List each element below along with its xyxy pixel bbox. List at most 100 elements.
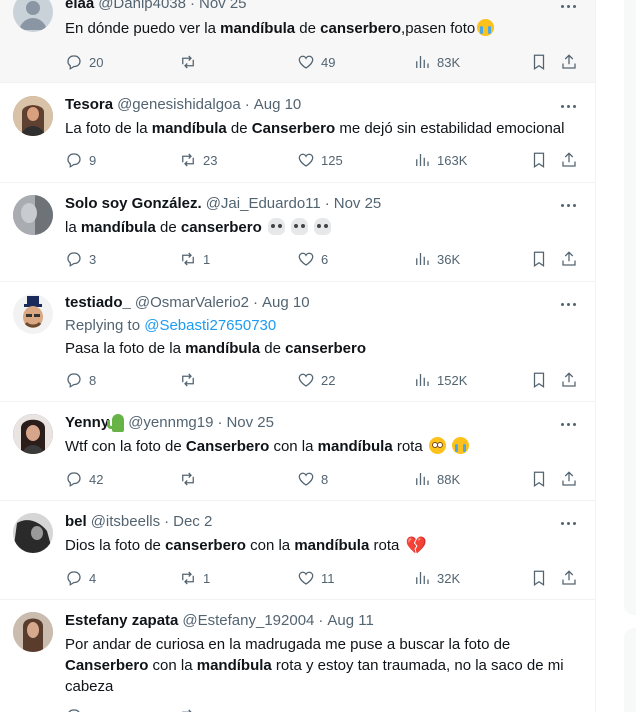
- retweet-button[interactable]: 1: [179, 568, 210, 588]
- reply-icon: [67, 153, 81, 168]
- like-count: 8: [321, 471, 329, 487]
- bookmark-button[interactable]: [530, 249, 548, 269]
- bookmark-button[interactable]: [530, 370, 548, 390]
- share-button[interactable]: [560, 568, 578, 588]
- reply-icon: [67, 571, 81, 586]
- more-options-icon[interactable]: [558, 294, 578, 314]
- like-button[interactable]: 6: [297, 249, 328, 269]
- views-button[interactable]: 88K: [413, 469, 460, 489]
- tweet-actions: 20 49 83K: [65, 52, 585, 72]
- tweet[interactable]: Solo soy González. @Jai_Eduardo11 · Nov …: [0, 183, 595, 282]
- like-button[interactable]: 8: [297, 469, 328, 489]
- avatar[interactable]: [13, 0, 53, 32]
- bookmark-icon: [533, 570, 545, 586]
- tweet-date[interactable]: Aug 10: [254, 95, 302, 115]
- tweet-actions: [65, 706, 585, 712]
- more-options-icon[interactable]: [558, 513, 578, 533]
- view-count: 88K: [437, 471, 461, 487]
- author-handle[interactable]: @Estefany_192004: [182, 611, 314, 631]
- avatar[interactable]: [13, 612, 53, 652]
- bookmark-button[interactable]: [530, 568, 548, 588]
- reply-button[interactable]: 42: [65, 469, 103, 489]
- retweet-button[interactable]: 23: [179, 150, 217, 170]
- bookmark-button[interactable]: [530, 52, 548, 72]
- share-button[interactable]: [560, 370, 578, 390]
- skull-emoji: [314, 218, 332, 235]
- retweet-icon: [182, 55, 194, 69]
- avatar[interactable]: [13, 513, 53, 553]
- like-button[interactable]: 22: [297, 370, 335, 390]
- more-options-icon[interactable]: [558, 414, 578, 434]
- more-options-icon[interactable]: [558, 195, 578, 215]
- tweet-text: Wtf con la foto de Canserbero con la man…: [65, 436, 585, 457]
- tweet-actions: 8 22 152K: [65, 370, 585, 390]
- author-handle[interactable]: @Jai_Eduardo11: [206, 194, 321, 214]
- reply-button[interactable]: 8: [65, 370, 96, 390]
- more-options-icon[interactable]: [558, 0, 578, 16]
- tweet[interactable]: Estefany zapata @Estefany_192004 · Aug 1…: [0, 600, 595, 712]
- avatar[interactable]: [13, 195, 53, 235]
- views-icon: [416, 572, 429, 584]
- share-button[interactable]: [560, 249, 578, 269]
- author-handle[interactable]: @Danip4038: [98, 0, 186, 14]
- retweet-button[interactable]: 1: [179, 249, 210, 269]
- retweet-icon: [182, 709, 192, 712]
- right-sidebar: [597, 0, 636, 712]
- tweet[interactable]: testiado_ @OsmarValerio2 · Aug 10 Replyi…: [0, 282, 595, 402]
- author-handle[interactable]: @yennmg19: [128, 413, 213, 433]
- tweet-date[interactable]: Nov 25: [226, 413, 274, 433]
- author-name[interactable]: Tesora: [65, 95, 113, 115]
- more-options-icon[interactable]: [558, 96, 578, 116]
- author-handle[interactable]: @genesishidalgoa: [117, 95, 241, 115]
- like-button[interactable]: 11: [297, 568, 335, 588]
- views-button[interactable]: 32K: [413, 568, 460, 588]
- broken-heart-emoji: 💔: [405, 536, 427, 555]
- avatar[interactable]: [13, 96, 53, 136]
- like-button[interactable]: 49: [297, 52, 335, 72]
- like-button[interactable]: 125: [297, 150, 343, 170]
- tweet-date[interactable]: Nov 25: [199, 0, 247, 14]
- reply-button[interactable]: 9: [65, 150, 96, 170]
- author-name[interactable]: bel: [65, 512, 87, 532]
- bookmark-button[interactable]: [530, 469, 548, 489]
- reply-icon: [67, 55, 81, 70]
- retweet-button[interactable]: [179, 469, 203, 489]
- views-button[interactable]: 152K: [413, 370, 467, 390]
- tweet[interactable]: Yenny @yennmg19 · Nov 25 Wtf con la foto…: [0, 402, 595, 501]
- author-handle[interactable]: @itsbeells: [91, 512, 160, 532]
- retweet-button[interactable]: [179, 52, 203, 72]
- tweet-text: Dios la foto de canserbero con la mandíb…: [65, 536, 427, 555]
- tweet[interactable]: elaa @Danip4038 · Nov 25 En dónde puedo …: [0, 0, 595, 83]
- tweet-date[interactable]: Aug 10: [262, 293, 310, 313]
- author-name[interactable]: testiado_: [65, 293, 131, 313]
- bookmark-icon: [533, 152, 545, 168]
- bookmark-button[interactable]: [530, 150, 548, 170]
- reply-button[interactable]: [65, 706, 83, 712]
- author-name[interactable]: Yenny: [65, 413, 109, 433]
- reply-button[interactable]: 20: [65, 52, 103, 72]
- retweet-count: 1: [203, 251, 211, 267]
- author-name[interactable]: Estefany zapata: [65, 611, 178, 631]
- views-button[interactable]: 83K: [413, 52, 460, 72]
- tweet[interactable]: bel @itsbeells · Dec 2 Dios la foto de c…: [0, 501, 595, 600]
- tweet-date[interactable]: Nov 25: [334, 194, 382, 214]
- tweet-date[interactable]: Dec 2: [173, 512, 212, 532]
- author-handle[interactable]: @OsmarValerio2: [135, 293, 249, 313]
- view-count: 36K: [437, 251, 461, 267]
- retweet-button[interactable]: [179, 370, 203, 390]
- author-name[interactable]: elaa: [65, 0, 94, 14]
- reply-button[interactable]: 3: [65, 249, 96, 269]
- views-button[interactable]: 163K: [413, 150, 467, 170]
- author-name[interactable]: Solo soy González.: [65, 194, 202, 214]
- share-button[interactable]: [560, 469, 578, 489]
- tweet[interactable]: Tesora @genesishidalgoa · Aug 10 La foto…: [0, 84, 595, 183]
- share-button[interactable]: [560, 150, 578, 170]
- mention-link[interactable]: @Sebasti27650730: [144, 317, 276, 334]
- avatar[interactable]: [13, 294, 53, 334]
- retweet-button[interactable]: [179, 706, 197, 712]
- reply-button[interactable]: 4: [65, 568, 96, 588]
- views-button[interactable]: 36K: [413, 249, 460, 269]
- share-button[interactable]: [560, 52, 578, 72]
- tweet-date[interactable]: Aug 11: [327, 611, 373, 631]
- avatar[interactable]: [13, 414, 53, 454]
